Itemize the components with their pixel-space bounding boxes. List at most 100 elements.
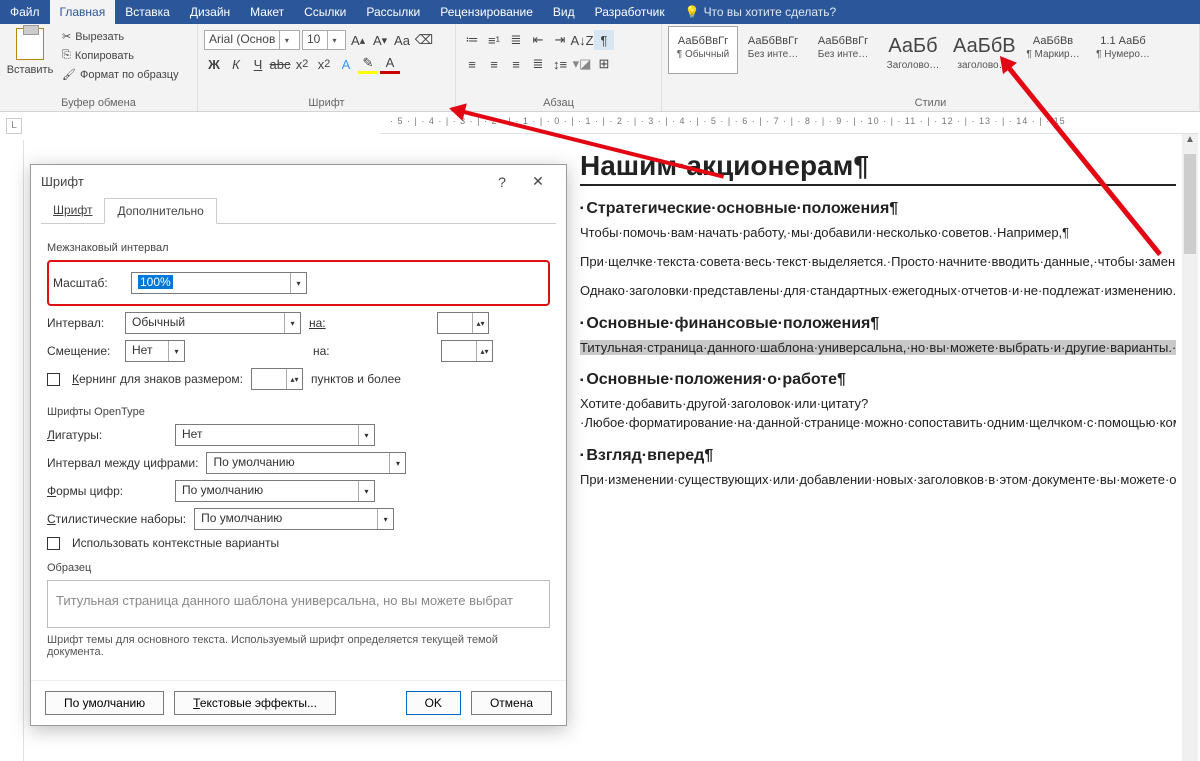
cancel-button[interactable]: Отмена: [471, 691, 552, 715]
doc-s2-p1[interactable]: Титульная·страница·данного·шаблона·униве…: [580, 339, 1176, 358]
scale-combo[interactable]: 100%▾: [131, 272, 307, 294]
doc-s1-p2[interactable]: При·щелчке·текста·совета·весь·текст·выде…: [580, 253, 1176, 272]
justify-button[interactable]: ≣: [528, 54, 548, 74]
tab-references[interactable]: Ссылки: [294, 0, 356, 24]
numforms-label: Формы цифр:: [47, 484, 167, 498]
numspacing-combo[interactable]: По умолчанию▾: [206, 452, 406, 474]
doc-s3-h[interactable]: Основные·положения·о·работе¶: [580, 371, 1176, 389]
text-effects-button[interactable]: A: [336, 54, 356, 74]
inc-indent-button[interactable]: ⇥: [550, 30, 570, 50]
font-color-button[interactable]: A: [380, 54, 400, 74]
doc-s1-p3[interactable]: Однако·заголовки·представлены·для·станда…: [580, 282, 1176, 301]
ligatures-combo[interactable]: Нет▾: [175, 424, 375, 446]
tab-mailings[interactable]: Рассылки: [356, 0, 430, 24]
grow-font-button[interactable]: A▴: [348, 30, 368, 50]
multilevel-button[interactable]: ≣: [506, 30, 526, 50]
superscript-button[interactable]: x2: [314, 54, 334, 74]
document-area[interactable]: Нашим·акционерам¶ Стратегические·основны…: [580, 150, 1176, 761]
scroll-thumb[interactable]: [1184, 154, 1196, 254]
underline-button[interactable]: Ч: [248, 54, 268, 74]
paste-button[interactable]: Вставить: [6, 26, 54, 78]
sort-button[interactable]: A↓Z: [572, 30, 592, 50]
tab-file[interactable]: Файл: [0, 0, 50, 24]
tab-design[interactable]: Дизайн: [180, 0, 240, 24]
font-family-combo[interactable]: Arial (Основ▾: [204, 30, 300, 50]
numbering-button[interactable]: ≡¹: [484, 30, 504, 50]
kerning-checkbox[interactable]: [47, 373, 60, 386]
align-right-button[interactable]: ≡: [506, 54, 526, 74]
spinner-icon: ▴▾: [476, 341, 492, 361]
clear-formatting-button[interactable]: ⌫: [414, 30, 434, 50]
highlight-button[interactable]: ✎: [358, 54, 378, 74]
style-item-0[interactable]: АаБбВвГг¶ Обычный: [668, 26, 738, 74]
spacing-by-spin[interactable]: ▴▾: [437, 312, 489, 334]
style-item-1[interactable]: АаБбВвГгБез инте…: [738, 26, 808, 74]
chevron-down-icon: ▾: [389, 453, 405, 473]
style-item-3[interactable]: АаБбЗаголово…: [878, 26, 948, 74]
ok-button[interactable]: OK: [406, 691, 461, 715]
style-item-6[interactable]: 1.1 АаБб¶ Нумеро…: [1088, 26, 1158, 74]
styles-gallery[interactable]: АаБбВвГг¶ ОбычныйАаБбВвГгБез инте…АаБбВв…: [668, 26, 1158, 74]
doc-s4-p1[interactable]: При·изменении·существующих·или·добавлени…: [580, 471, 1176, 490]
help-button[interactable]: ?: [484, 174, 520, 190]
doc-s3-p1[interactable]: Хотите·добавить·другой·заголовок·или·цит…: [580, 395, 1176, 433]
context-label: Использовать контекстные варианты: [72, 536, 279, 550]
doc-selected-text[interactable]: Титульная·страница·данного·шаблона·униве…: [580, 340, 1176, 355]
doc-s2-h[interactable]: Основные·финансовые·положения¶: [580, 315, 1176, 333]
vertical-ruler[interactable]: [6, 140, 24, 761]
text-effects-button[interactable]: Текстовые эффекты...: [174, 691, 336, 715]
tab-review[interactable]: Рецензирование: [430, 0, 543, 24]
dialog-body: Межзнаковый интервал Масштаб: 100%▾ Инте…: [31, 224, 566, 680]
subscript-button[interactable]: x2: [292, 54, 312, 74]
dialog-titlebar[interactable]: Шрифт ? ✕: [31, 165, 566, 198]
cut-button[interactable]: ✂Вырезать: [58, 28, 183, 45]
set-default-button[interactable]: По умолчанию: [45, 691, 164, 715]
position-combo[interactable]: Нет▾: [125, 340, 185, 362]
numforms-combo[interactable]: По умолчанию▾: [175, 480, 375, 502]
tell-me[interactable]: 💡 Что вы хотите сделать?: [675, 0, 1200, 24]
scroll-up-icon[interactable]: ▲: [1182, 134, 1198, 150]
font-size-combo[interactable]: 10▾: [302, 30, 346, 50]
brush-icon: 🖌: [62, 68, 76, 81]
show-marks-button[interactable]: ¶: [594, 30, 614, 50]
dialog-tab-advanced[interactable]: Дополнительно: [104, 198, 216, 224]
position-by-spin[interactable]: ▴▾: [441, 340, 493, 362]
vertical-scrollbar[interactable]: ▲: [1182, 134, 1198, 761]
doc-s1-p1[interactable]: Чтобы·помочь·вам·начать·работу,·мы·добав…: [580, 224, 1176, 243]
group-styles-title: Стили: [668, 95, 1193, 109]
context-checkbox[interactable]: [47, 537, 60, 550]
doc-s4-h[interactable]: Взгляд·вперед¶: [580, 447, 1176, 465]
group-clipboard: Вставить ✂Вырезать ⎘Копировать 🖌Формат п…: [0, 24, 198, 111]
line-spacing-button[interactable]: ↕≡: [550, 54, 570, 74]
bullets-button[interactable]: ≔: [462, 30, 482, 50]
tab-layout[interactable]: Макет: [240, 0, 294, 24]
stylesets-combo[interactable]: По умолчанию▾: [194, 508, 394, 530]
doc-s1-h[interactable]: Стратегические·основные·положения¶: [580, 200, 1176, 218]
close-button[interactable]: ✕: [520, 173, 556, 190]
align-center-button[interactable]: ≡: [484, 54, 504, 74]
align-left-button[interactable]: ≡: [462, 54, 482, 74]
tab-home[interactable]: Главная: [50, 0, 116, 24]
format-painter-button[interactable]: 🖌Формат по образцу: [58, 66, 183, 83]
italic-button[interactable]: К: [226, 54, 246, 74]
borders-button[interactable]: ⊞: [594, 54, 614, 74]
tab-insert[interactable]: Вставка: [115, 0, 180, 24]
tab-view[interactable]: Вид: [543, 0, 585, 24]
dialog-tab-font[interactable]: Шрифт: [41, 198, 104, 223]
dec-indent-button[interactable]: ⇤: [528, 30, 548, 50]
chevron-down-icon: ▾: [358, 481, 374, 501]
bold-button[interactable]: Ж: [204, 54, 224, 74]
numforms-value: По умолчанию: [176, 481, 358, 501]
style-item-5[interactable]: АаБбВв¶ Маркир…: [1018, 26, 1088, 74]
tab-developer[interactable]: Разработчик: [585, 0, 675, 24]
copy-button[interactable]: ⎘Копировать: [58, 47, 183, 64]
style-preview: 1.1 АаБб: [1093, 29, 1153, 49]
shading-button[interactable]: ▾◪: [572, 54, 592, 74]
kerning-size-spin[interactable]: ▴▾: [251, 368, 303, 390]
change-case-button[interactable]: Aa: [392, 30, 412, 50]
strike-button[interactable]: abc: [270, 54, 290, 74]
shrink-font-button[interactable]: A▾: [370, 30, 390, 50]
style-item-2[interactable]: АаБбВвГгБез инте…: [808, 26, 878, 74]
spacing-combo[interactable]: Обычный▾: [125, 312, 301, 334]
ruler-corner[interactable]: L: [6, 118, 22, 134]
